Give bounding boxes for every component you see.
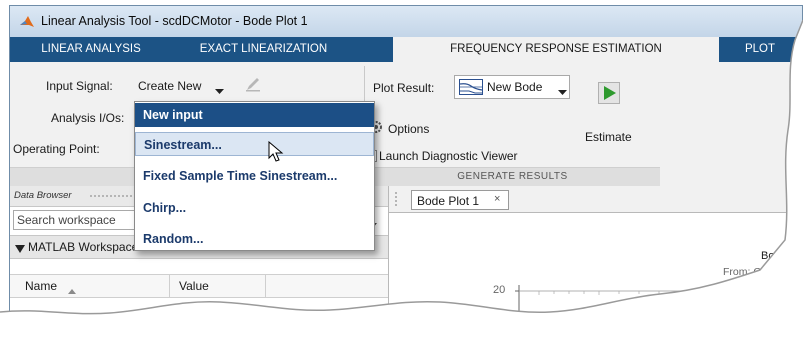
workspace-column-header: Name Value [10, 274, 388, 298]
menu-item-random[interactable]: Random... [135, 227, 374, 251]
input-signal-label: Input Signal: [46, 79, 113, 93]
sort-ascending-icon [68, 283, 76, 297]
plot-panel: Bode Plot 1 × Bod From: Com 20 0 [389, 186, 802, 338]
estimate-label[interactable]: Estimate [585, 130, 632, 144]
menu-item-chirp[interactable]: Chirp... [135, 196, 374, 220]
matlab-logo-icon [19, 14, 35, 33]
options-label[interactable]: Options [388, 122, 429, 136]
tab-bode-plot-1[interactable]: Bode Plot 1 × [411, 190, 509, 210]
tab-frequency-response-estimation[interactable]: FREQUENCY RESPONSE ESTIMATION [393, 37, 719, 62]
grip-handle[interactable] [90, 195, 132, 199]
plot-result-dropdown[interactable]: New Bode [454, 75, 570, 99]
bode-plot-icon [459, 79, 483, 98]
column-divider [265, 275, 266, 297]
menu-header-new-input: New input [135, 103, 374, 127]
bode-magnitude-line [518, 328, 727, 338]
play-icon [604, 86, 616, 103]
bode-plot-canvas[interactable]: Bod From: Com 20 0 [389, 212, 802, 338]
menu-item-fixed-sample-time-sinestream[interactable]: Fixed Sample Time Sinestream... [135, 164, 374, 188]
mouse-cursor-icon [268, 140, 288, 166]
chevron-down-icon [558, 85, 567, 99]
plot-axes [515, 285, 802, 338]
menu-item-sinestream[interactable]: Sinestream... [135, 132, 374, 156]
input-signal-dropdown[interactable]: Create New [135, 75, 231, 97]
input-signal-menu: New input Sinestream... Fixed Sample Tim… [134, 101, 375, 251]
column-name-header[interactable]: Name [25, 279, 57, 293]
plot-result-value: New Bode [487, 80, 543, 94]
estimate-button[interactable] [598, 82, 620, 104]
generate-results-footer: GENERATE RESULTS [365, 167, 660, 186]
chevron-down-icon [215, 84, 224, 98]
window-title: Linear Analysis Tool - scdDCMotor - Bode… [41, 14, 308, 28]
plot-tab-label: Bode Plot 1 [417, 194, 480, 208]
input-signal-value: Create New [138, 79, 202, 93]
search-placeholder: Search workspace [17, 213, 116, 227]
tab-plot[interactable]: PLOT [720, 37, 800, 62]
operating-point-label: Operating Point: [13, 142, 100, 156]
edit-pencil-icon[interactable] [245, 76, 261, 95]
column-value-header[interactable]: Value [179, 279, 209, 293]
workspace-label: MATLAB Workspace [28, 240, 139, 254]
ribbon-tab-bar: LINEAR ANALYSIS EXACT LINEARIZATION FREQ… [10, 37, 802, 62]
data-browser-title: Data Browser [14, 190, 72, 201]
grip-handle[interactable] [395, 192, 401, 206]
collapse-triangle-icon [15, 242, 25, 256]
column-divider [169, 275, 170, 297]
tab-exact-linearization[interactable]: EXACT LINEARIZATION [172, 37, 355, 62]
analysis-ios-label: Analysis I/Os: [51, 111, 125, 125]
title-bar: Linear Analysis Tool - scdDCMotor - Bode… [10, 6, 802, 38]
toolstrip: Input Signal: Create New Analysis I/Os: … [10, 62, 802, 186]
plot-result-label: Plot Result: [373, 81, 435, 95]
linear-analysis-window: Linear Analysis Tool - scdDCMotor - Bode… [9, 5, 803, 339]
close-icon[interactable]: × [494, 193, 500, 205]
tab-linear-analysis[interactable]: LINEAR ANALYSIS [10, 37, 172, 62]
launch-diagnostic-viewer-label[interactable]: Launch Diagnostic Viewer [379, 149, 518, 163]
